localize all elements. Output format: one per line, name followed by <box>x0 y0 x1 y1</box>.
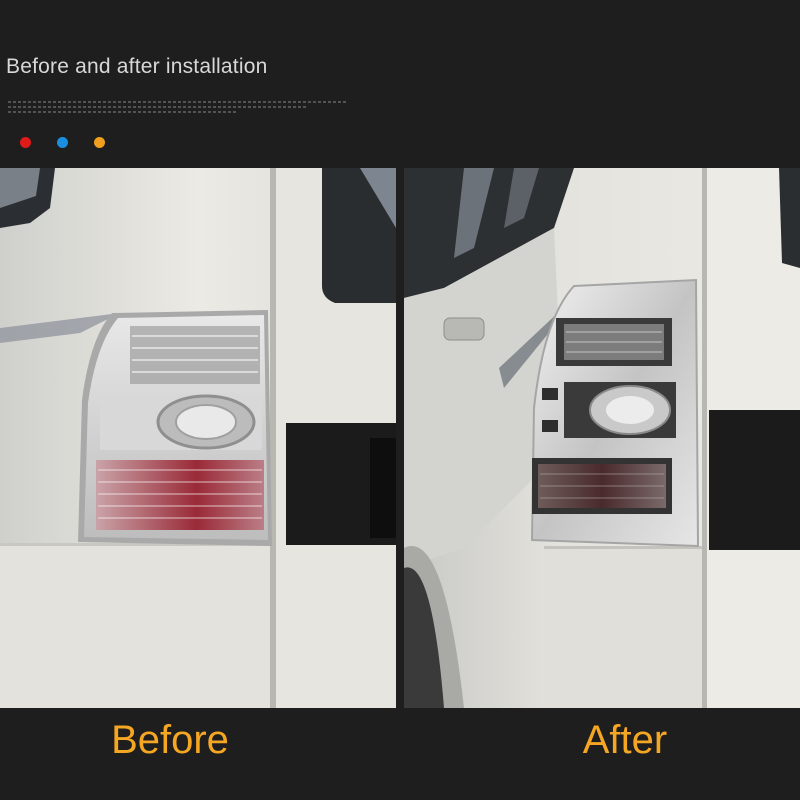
swatch-red <box>20 137 31 148</box>
before-photo <box>0 168 396 708</box>
swatch-orange <box>94 137 105 148</box>
page-title: Before and after installation <box>6 55 268 78</box>
after-photo <box>404 168 800 708</box>
fine-print-text <box>8 101 348 116</box>
swatch-blue <box>57 137 68 148</box>
before-label: Before <box>111 718 229 762</box>
color-swatches <box>20 137 105 148</box>
after-label: After <box>582 718 668 762</box>
